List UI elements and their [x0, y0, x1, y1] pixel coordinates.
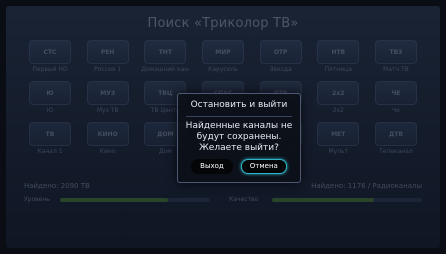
- channel-logo: ЧЕ: [374, 81, 417, 105]
- channel-row: СТС Первый HD РЕН Россия 1 ТНТ Домашний канал…: [26, 40, 420, 73]
- channel-logo: 2x2: [317, 81, 360, 105]
- channel-item: РЕН Россия 1: [84, 40, 132, 73]
- channel-item: ЧЕ Че: [372, 81, 420, 114]
- dialog-buttons: Выход Отмена: [178, 159, 300, 174]
- quality-bar: [272, 198, 422, 202]
- cancel-button[interactable]: Отмена: [240, 159, 287, 174]
- channel-caption: Че: [392, 107, 400, 114]
- radio-found-count: Найдено: 1176 / Радиоканалы: [311, 182, 422, 190]
- dialog-message: Найденные каналы не будут сохранены. Жел…: [178, 121, 300, 154]
- channel-logo: СТС: [29, 40, 71, 64]
- channel-caption: Кино: [99, 148, 116, 155]
- channel-logo: ДТВ: [374, 122, 417, 146]
- channel-item: МИР Карусель: [199, 40, 247, 73]
- channel-logo: НТВ: [317, 40, 360, 64]
- channel-logo: Ю: [29, 81, 71, 105]
- channel-logo: РЕН: [86, 40, 129, 64]
- channel-caption: Матч ТВ: [383, 66, 409, 73]
- dialog-message-line-1: Найденные каналы не: [185, 121, 293, 131]
- tv-found-count: Найдено: 2090 ТВ: [24, 182, 90, 190]
- channel-item: ТВ Канал 1: [26, 122, 74, 155]
- channel-logo: КИНО: [86, 122, 129, 146]
- channel-logo: ТВ3: [374, 40, 417, 64]
- stop-exit-dialog: Остановить и выйти Найденные каналы не б…: [177, 93, 301, 183]
- channel-logo: ТВ: [29, 122, 71, 146]
- channel-item: ТНТ Домашний канал: [141, 40, 189, 73]
- exit-button[interactable]: Выход: [191, 159, 233, 174]
- tv-screen: Поиск «Триколор ТВ» СТС Первый HD РЕН Росси…: [6, 6, 440, 248]
- channel-item: 2x2 2x2: [314, 81, 362, 114]
- channel-logo: МУЗ: [86, 81, 129, 105]
- channel-item: МЕТ Мульт: [314, 122, 362, 155]
- channel-caption: Канал 1: [37, 148, 63, 155]
- dialog-title: Остановить и выйти: [190, 100, 288, 110]
- dialog-divider: [186, 116, 292, 117]
- channel-logo: ОТР: [259, 40, 302, 64]
- channel-item: НТВ Пятница: [314, 40, 362, 73]
- quality-label: Качество: [229, 196, 259, 203]
- channel-item: ДТВ Телеканал: [372, 122, 420, 155]
- scan-title: Поиск «Триколор ТВ»: [147, 16, 299, 31]
- channel-logo: МЕТ: [317, 122, 360, 146]
- channel-item: ОТР Звезда: [257, 40, 305, 73]
- level-label: Уровень: [24, 196, 50, 203]
- channel-caption: Звезда: [269, 66, 292, 73]
- channel-caption: Первый HD: [32, 66, 68, 73]
- channel-caption: Домашний канал: [141, 66, 189, 73]
- dialog-message-line-2: будут сохранены.: [196, 132, 282, 142]
- channel-caption: Пятница: [324, 66, 352, 73]
- channel-caption: Мульт: [328, 148, 349, 155]
- channel-item: СТС Первый HD: [26, 40, 74, 73]
- channel-item: КИНО Кино: [84, 122, 132, 155]
- channel-item: ТВ3 Матч ТВ: [372, 40, 420, 73]
- channel-item: ЮЮ: [26, 81, 74, 114]
- quality-bar-fill: [272, 198, 374, 202]
- channel-caption: Карусель: [208, 66, 238, 73]
- channel-caption: Муз ТВ: [96, 107, 119, 114]
- channel-logo: МИР: [201, 40, 244, 64]
- level-bar-fill: [60, 198, 168, 202]
- level-bar: [60, 198, 210, 202]
- channel-caption: Телеканал: [379, 148, 413, 155]
- channel-item: МУЗ Муз ТВ: [84, 81, 132, 114]
- dialog-message-line-3: Желаете выйти?: [199, 143, 279, 153]
- channel-caption: 2x2: [332, 107, 344, 114]
- channel-caption: Ю: [46, 107, 54, 114]
- channel-logo: ТНТ: [144, 40, 187, 64]
- channel-caption: Россия 1: [94, 66, 122, 73]
